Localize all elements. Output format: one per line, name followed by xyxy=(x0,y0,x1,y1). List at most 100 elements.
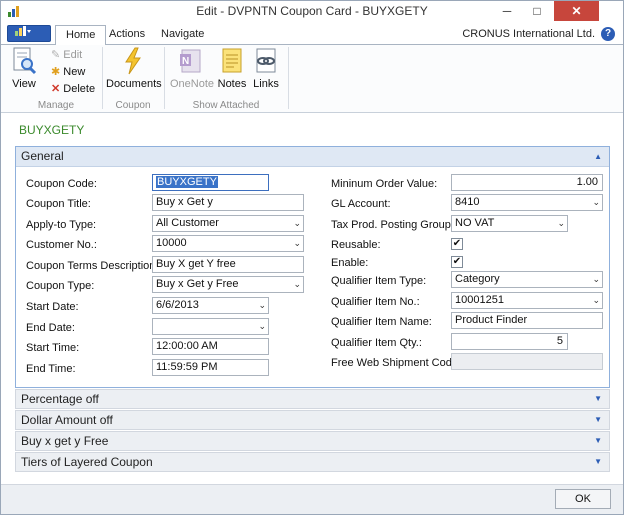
links-label: Links xyxy=(253,78,279,90)
coupon-code-label: Coupon Code: xyxy=(26,178,97,190)
coupon-type-select[interactable]: Buy x Get y Free ⌄ xyxy=(152,276,304,293)
coupon-title-field[interactable]: Buy x Get y xyxy=(152,194,304,211)
ribbon-separator xyxy=(288,47,289,109)
page-title: BUYXGETY xyxy=(19,123,85,137)
edit-button[interactable]: ✎ Edit xyxy=(51,48,82,61)
new-icon: ✱ xyxy=(51,66,61,78)
view-label: View xyxy=(12,78,36,90)
dropdown-arrow-icon[interactable]: ⌄ xyxy=(293,216,301,231)
tax-posting-group-select[interactable]: NO VAT ⌄ xyxy=(451,215,568,232)
fasttab-tiers-of-layered-coupon[interactable]: Tiers of Layered Coupon ▼ xyxy=(15,452,610,472)
fasttab-dollar-amount-off[interactable]: Dollar Amount off ▼ xyxy=(15,410,610,430)
expand-chevron-icon[interactable]: ▼ xyxy=(594,432,602,450)
notes-label: Notes xyxy=(217,78,247,90)
dropdown-arrow-icon[interactable]: ⌄ xyxy=(592,293,600,308)
apply-to-type-select[interactable]: All Customer ⌄ xyxy=(152,215,304,232)
documents-label: Documents xyxy=(106,78,162,90)
end-date-field[interactable]: ⌄ xyxy=(152,318,269,335)
links-icon xyxy=(256,48,276,73)
app-menu-icon xyxy=(15,26,31,36)
fasttab-buy-x-get-y-free[interactable]: Buy x get y Free ▼ xyxy=(15,431,610,451)
qualifier-item-type-value: Category xyxy=(455,273,500,285)
delete-button[interactable]: ✕ Delete xyxy=(51,82,95,95)
window-title: Edit - DVPNTN Coupon Card - BUYXGETY xyxy=(196,4,428,18)
qualifier-item-name-label: Qualifier Item Name: xyxy=(331,316,432,328)
tab-navigate[interactable]: Navigate xyxy=(151,25,214,45)
end-time-field[interactable]: 11:59:59 PM xyxy=(152,359,269,376)
minimize-button[interactable]: ─ xyxy=(493,1,521,21)
enable-checkbox[interactable]: ✔ xyxy=(451,256,463,268)
close-button[interactable]: ✕ xyxy=(554,1,599,21)
new-button[interactable]: ✱ New xyxy=(51,65,85,78)
qualifier-item-no-value: 10001251 xyxy=(455,294,504,306)
enable-label: Enable: xyxy=(331,257,369,269)
fasttab-buy-x-get-y-free-title: Buy x get y Free xyxy=(21,434,109,448)
general-fasttab-header[interactable]: General ▲ xyxy=(16,147,609,167)
ribbon-tab-row: Home Actions Navigate CRONUS Internation… xyxy=(1,25,623,46)
collapse-chevron-icon[interactable]: ▲ xyxy=(594,147,602,166)
ok-button[interactable]: OK xyxy=(555,489,611,509)
coupon-code-value: BUYXGETY xyxy=(156,176,218,188)
fasttab-percentage-off[interactable]: Percentage off ▼ xyxy=(15,389,610,409)
end-date-label: End Date: xyxy=(26,322,75,334)
qualifier-item-name-field[interactable]: Product Finder xyxy=(451,312,603,329)
gl-account-select[interactable]: 8410 ⌄ xyxy=(451,194,603,211)
tax-posting-group-label: Tax Prod. Posting Group: xyxy=(331,219,454,231)
notes-icon xyxy=(222,48,242,73)
apply-to-type-label: Apply-to Type: xyxy=(26,219,97,231)
expand-chevron-icon[interactable]: ▼ xyxy=(594,411,602,429)
new-label: New xyxy=(63,66,86,78)
dropdown-arrow-icon[interactable]: ⌄ xyxy=(592,195,600,210)
coupon-terms-label: Coupon Terms Description: xyxy=(26,260,159,272)
tab-actions[interactable]: Actions xyxy=(99,25,155,45)
min-order-value-field[interactable]: 1.00 xyxy=(451,174,603,191)
notes-button[interactable]: Notes xyxy=(215,47,249,90)
qualifier-item-no-label: Qualifier Item No.: xyxy=(331,296,420,308)
expand-chevron-icon[interactable]: ▼ xyxy=(594,453,602,471)
qualifier-item-no-select[interactable]: 10001251 ⌄ xyxy=(451,292,603,309)
app-icon xyxy=(8,6,19,17)
gl-account-label: GL Account: xyxy=(331,198,391,210)
tax-posting-group-value: NO VAT xyxy=(455,217,495,229)
qualifier-item-type-label: Qualifier Item Type: xyxy=(331,275,427,287)
dropdown-arrow-icon[interactable]: ⌄ xyxy=(293,236,301,251)
expand-chevron-icon[interactable]: ▼ xyxy=(594,390,602,408)
customer-no-label: Customer No.: xyxy=(26,239,97,251)
free-web-shipment-code-field[interactable] xyxy=(451,353,603,370)
qualifier-item-qty-label: Qualifier Item Qty.: xyxy=(331,337,422,349)
svg-text:N: N xyxy=(182,56,189,67)
fasttab-tiers-of-layered-coupon-title: Tiers of Layered Coupon xyxy=(21,455,153,469)
view-button[interactable]: View xyxy=(7,47,41,90)
dropdown-arrow-icon[interactable]: ⌄ xyxy=(293,277,301,292)
dropdown-arrow-icon[interactable]: ⌄ xyxy=(557,216,565,231)
customer-no-value: 10000 xyxy=(156,237,187,249)
dialog-footer: OK xyxy=(1,484,623,514)
onenote-label: OneNote xyxy=(169,78,215,90)
ribbon: View ✎ Edit ✱ New ✕ Delete Manage Docume… xyxy=(1,45,623,113)
application-menu-button[interactable] xyxy=(7,25,51,42)
group-label-manage: Manage xyxy=(37,100,75,111)
start-time-field[interactable]: 12:00:00 AM xyxy=(152,338,269,355)
qualifier-item-type-select[interactable]: Category ⌄ xyxy=(451,271,603,288)
customer-no-select[interactable]: 10000 ⌄ xyxy=(152,235,304,252)
ribbon-separator xyxy=(164,47,165,109)
free-web-shipment-code-label: Free Web Shipment Code: xyxy=(331,357,462,369)
fasttab-dollar-amount-off-title: Dollar Amount off xyxy=(21,413,113,427)
dropdown-arrow-icon[interactable]: ⌄ xyxy=(592,272,600,287)
reusable-checkbox[interactable]: ✔ xyxy=(451,238,463,250)
general-fasttab-title: General xyxy=(21,149,64,163)
coupon-terms-field[interactable]: Buy X get Y free xyxy=(152,256,304,273)
links-button[interactable]: Links xyxy=(249,47,283,90)
documents-button[interactable]: Documents xyxy=(106,47,162,90)
apply-to-type-value: All Customer xyxy=(156,217,219,229)
start-date-field[interactable]: 6/6/2013 ⌄ xyxy=(152,297,269,314)
dropdown-arrow-icon[interactable]: ⌄ xyxy=(258,298,266,313)
onenote-button[interactable]: N OneNote xyxy=(169,47,215,90)
ribbon-separator xyxy=(102,47,103,109)
help-icon[interactable]: ? xyxy=(601,27,615,41)
qualifier-item-qty-field[interactable]: 5 xyxy=(451,333,568,350)
maximize-button[interactable]: □ xyxy=(523,1,551,21)
gl-account-value: 8410 xyxy=(455,196,480,208)
dropdown-arrow-icon[interactable]: ⌄ xyxy=(258,319,266,334)
coupon-code-field[interactable]: BUYXGETY xyxy=(152,174,269,191)
